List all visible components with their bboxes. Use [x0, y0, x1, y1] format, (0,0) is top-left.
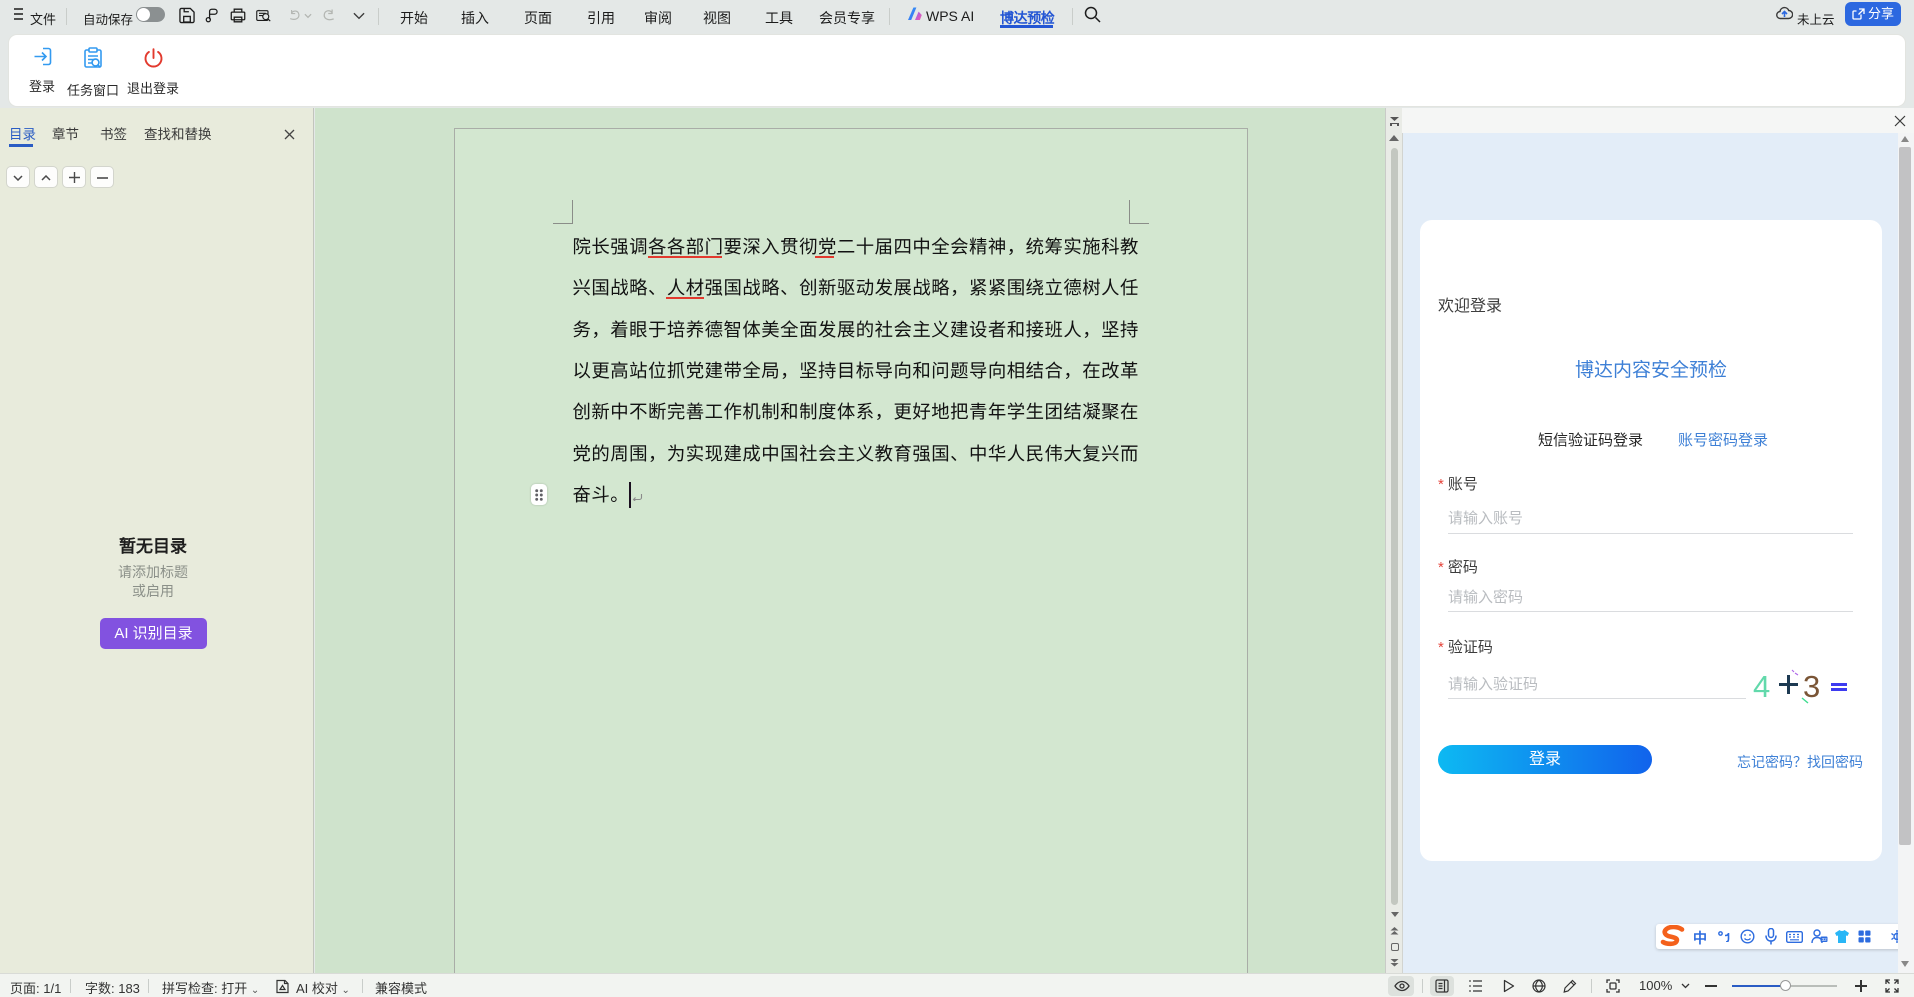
svg-text:32: 32 [1822, 937, 1828, 942]
